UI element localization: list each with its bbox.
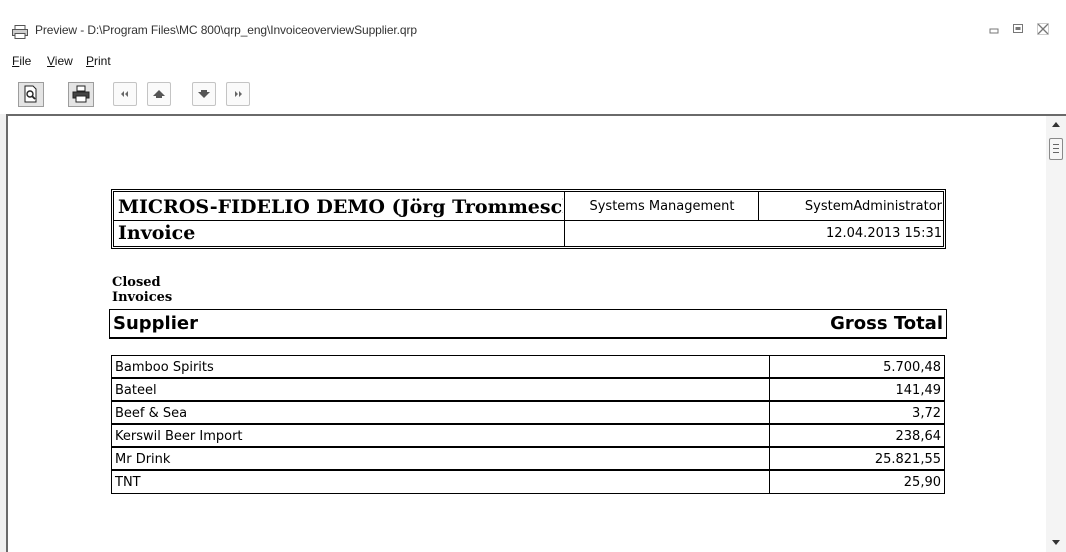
first-page-icon (121, 91, 128, 97)
gross-total-cell: 5.700,48 (883, 360, 941, 375)
company-name: MICROS-FIDELIO DEMO (Jörg Trommeschl (118, 196, 563, 218)
supplier-cell: Kerswil Beer Import (115, 429, 243, 444)
report-datetime: 12.04.2013 15:31 (825, 226, 942, 241)
scroll-up-icon[interactable] (1052, 122, 1060, 127)
table-row: Kerswil Beer Import 238,64 (112, 425, 944, 448)
previous-page-button[interactable] (147, 82, 171, 106)
table-row: Bateel 141,49 (112, 379, 944, 402)
menu-file[interactable]: File (12, 54, 31, 68)
scroll-down-icon[interactable] (1052, 540, 1060, 545)
header-col-divider (564, 192, 565, 246)
menu-print[interactable]: Print (86, 54, 111, 68)
supplier-cell: Mr Drink (115, 452, 171, 467)
preview-window: Preview - D:\Program Files\MC 800\qrp_en… (0, 0, 1066, 552)
header-col-divider (758, 192, 759, 220)
gross-total-cell: 141,49 (895, 383, 942, 398)
toolbar (0, 76, 1066, 114)
menu-print-label: rint (94, 54, 111, 68)
printer-icon (12, 24, 28, 39)
table-row: Bamboo Spirits 5.700,48 (112, 356, 944, 379)
preview-button[interactable] (18, 82, 44, 107)
supplier-cell: Beef & Sea (115, 406, 188, 421)
preview-icon (24, 85, 37, 103)
next-page-icon (198, 90, 210, 98)
menu-print-hotkey: P (86, 54, 95, 68)
supplier-cell: TNT (115, 475, 141, 490)
gross-total-cell: 238,64 (895, 429, 942, 444)
report-header: MICROS-FIDELIO DEMO (Jörg Trommeschl Inv… (111, 189, 946, 249)
minimize-icon[interactable] (987, 22, 1001, 36)
menu-bar: File View Print (0, 44, 1066, 76)
menu-view-hotkey: V (47, 54, 55, 68)
table-row: Beef & Sea 3,72 (112, 402, 944, 425)
column-supplier: Supplier (113, 313, 198, 334)
scroll-thumb[interactable] (1049, 138, 1063, 160)
report-viewer[interactable]: MICROS-FIDELIO DEMO (Jörg Trommeschl Inv… (6, 114, 1066, 552)
print-button[interactable] (68, 82, 94, 107)
window-title: Preview - D:\Program Files\MC 800\qrp_en… (35, 23, 417, 37)
report-name: Invoice (118, 222, 196, 244)
table-row: Mr Drink 25.821,55 (112, 448, 944, 471)
title-bar: Preview - D:\Program Files\MC 800\qrp_en… (0, 0, 1066, 44)
menu-view-label: iew (54, 54, 73, 68)
vertical-scrollbar[interactable] (1046, 116, 1066, 552)
last-page-button[interactable] (226, 82, 250, 106)
gross-total-cell: 3,72 (912, 406, 941, 421)
section-title: Closed Invoices (112, 275, 173, 305)
next-page-button[interactable] (192, 82, 216, 106)
close-icon[interactable] (1036, 22, 1050, 36)
invoice-table: Bamboo Spirits 5.700,48 Bateel 141,49 Beef… (111, 355, 945, 494)
first-page-button[interactable] (113, 82, 137, 106)
header-divider (114, 220, 943, 221)
column-header: Supplier Gross Total (109, 309, 947, 339)
user-name: SystemAdministrator (804, 199, 942, 214)
print-icon (72, 85, 90, 103)
previous-page-icon (153, 90, 165, 98)
last-page-icon (235, 91, 242, 97)
supplier-cell: Bamboo Spirits (115, 360, 214, 375)
menu-file-label: ile (19, 54, 32, 68)
menu-view[interactable]: View (47, 54, 73, 68)
gross-total-cell: 25.821,55 (874, 452, 941, 467)
restore-icon[interactable] (1011, 22, 1025, 36)
supplier-cell: Bateel (115, 383, 157, 398)
column-gross-total: Gross Total (830, 313, 943, 334)
department: Systems Management (589, 199, 735, 214)
gross-total-cell: 25,90 (903, 475, 941, 490)
table-row: TNT 25,90 (112, 471, 944, 493)
